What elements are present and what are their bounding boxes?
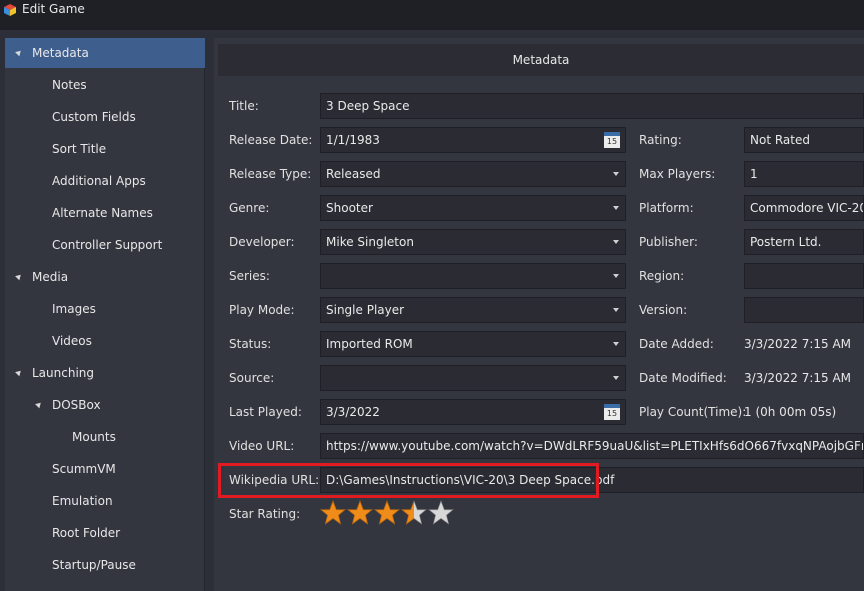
publisher-dropdown[interactable]: Postern Ltd. — [744, 229, 864, 255]
series-label: Series: — [229, 269, 270, 283]
max-players-label: Max Players: — [639, 167, 716, 181]
sidebar-item-label: Mounts — [72, 430, 116, 444]
play-count-label: Play Count(Time): — [639, 405, 747, 419]
status-label: Status: — [229, 337, 272, 351]
title-input[interactable]: 3 Deep Space — [320, 93, 864, 119]
sidebar-item-label: ScummVM — [52, 462, 116, 476]
version-input[interactable] — [744, 297, 864, 323]
sidebar-item-label: Sort Title — [52, 142, 107, 156]
sidebar-item-launching[interactable]: Launching — [5, 358, 205, 388]
star-icon[interactable] — [320, 500, 346, 526]
sidebar-item-label: Controller Support — [52, 238, 163, 252]
sidebar-item-label: Images — [52, 302, 96, 316]
star-icon[interactable] — [428, 500, 454, 526]
genre-label: Genre: — [229, 201, 270, 215]
source-dropdown[interactable] — [320, 365, 626, 391]
title-label: Title: — [229, 99, 259, 113]
sidebar-item-emulation[interactable]: Emulation — [5, 486, 205, 516]
title-bar: Edit Game — [0, 0, 864, 30]
release-type-label: Release Type: — [229, 167, 312, 181]
metadata-panel: Metadata Title: Release Date: Release Ty… — [214, 38, 864, 591]
date-modified-value: 3/3/2022 7:15 AM — [744, 371, 852, 385]
sidebar-item-root-folder[interactable]: Root Folder — [5, 518, 205, 548]
date-added-value: 3/3/2022 7:15 AM — [744, 337, 852, 351]
expand-arrow-icon[interactable] — [15, 368, 23, 377]
sidebar-item-label: Videos — [52, 334, 92, 348]
release-date-label: Release Date: — [229, 133, 313, 147]
sidebar-item-metadata[interactable]: Metadata — [5, 38, 205, 68]
date-modified-label: Date Modified: — [639, 371, 727, 385]
calendar-icon[interactable]: 15 — [604, 404, 620, 420]
developer-label: Developer: — [229, 235, 295, 249]
wikipedia-url-highlight — [218, 463, 599, 498]
sidebar-item-additional-apps[interactable]: Additional Apps — [5, 166, 205, 196]
star-rating-label: Star Rating: — [229, 507, 301, 521]
sidebar-item-custom-fields[interactable]: Custom Fields — [5, 102, 205, 132]
sidebar-item-label: Media — [32, 270, 69, 284]
developer-dropdown[interactable]: Mike Singleton — [320, 229, 626, 255]
sidebar-item-videos[interactable]: Videos — [5, 326, 205, 356]
play-mode-dropdown[interactable]: Single Player — [320, 297, 626, 323]
launchbox-app-icon — [4, 4, 16, 16]
star-icon[interactable] — [401, 500, 427, 526]
platform-label: Platform: — [639, 201, 694, 215]
sidebar-item-label: DOSBox — [52, 398, 101, 412]
star-rating-control[interactable] — [320, 500, 455, 528]
star-icon[interactable] — [347, 500, 373, 526]
release-date-picker[interactable]: 1/1/1983 15 — [320, 127, 626, 153]
sidebar-item-sort-title[interactable]: Sort Title — [5, 134, 205, 164]
release-type-dropdown[interactable]: Released — [320, 161, 626, 187]
sidebar-item-label: Additional Apps — [52, 174, 146, 188]
version-label: Version: — [639, 303, 688, 317]
genre-dropdown[interactable]: Shooter — [320, 195, 626, 221]
sidebar-item-label: Launching — [32, 366, 95, 380]
sidebar-item-controller-support[interactable]: Controller Support — [5, 230, 205, 260]
date-added-label: Date Added: — [639, 337, 714, 351]
sidebar-item-notes[interactable]: Notes — [5, 70, 205, 100]
sidebar-item-mounts[interactable]: Mounts — [5, 422, 205, 452]
window-title: Edit Game — [22, 2, 85, 16]
expand-arrow-icon[interactable] — [15, 48, 23, 57]
last-played-picker[interactable]: 3/3/2022 15 — [320, 399, 626, 425]
sidebar-item-label: Startup/Pause — [52, 558, 136, 572]
rating-label: Rating: — [639, 133, 682, 147]
sidebar-item-scummvm[interactable]: ScummVM — [5, 454, 205, 484]
platform-dropdown[interactable]: Commodore VIC-20 — [744, 195, 864, 221]
sidebar-item-label: Root Folder — [52, 526, 121, 540]
sidebar-nav: Metadata Notes Custom Fields Sort Title … — [5, 38, 205, 591]
video-url-input[interactable]: https://www.youtube.com/watch?v=DWdLRF59… — [320, 433, 864, 459]
sidebar-item-label: Alternate Names — [52, 206, 153, 220]
sidebar-item-alternate-names[interactable]: Alternate Names — [5, 198, 205, 228]
panel-header: Metadata — [218, 44, 864, 76]
region-dropdown[interactable] — [744, 263, 864, 289]
sidebar-item-images[interactable]: Images — [5, 294, 205, 324]
sidebar-item-label: Notes — [52, 78, 87, 92]
play-mode-label: Play Mode: — [229, 303, 295, 317]
play-count-value: 1 (0h 00m 05s) — [744, 405, 837, 419]
sidebar-item-startup-pause[interactable]: Startup/Pause — [5, 550, 205, 580]
sidebar-item-dosbox[interactable]: DOSBox — [5, 390, 205, 420]
sidebar-item-label: Emulation — [52, 494, 113, 508]
region-label: Region: — [639, 269, 685, 283]
series-dropdown[interactable] — [320, 263, 626, 289]
sidebar-item-label: Custom Fields — [52, 110, 136, 124]
source-label: Source: — [229, 371, 275, 385]
max-players-input[interactable]: 1 — [744, 161, 864, 187]
release-date-value: 1/1/1983 — [326, 133, 380, 147]
status-dropdown[interactable]: Imported ROM — [320, 331, 626, 357]
video-url-label: Video URL: — [229, 439, 295, 453]
last-played-value: 3/3/2022 — [326, 405, 380, 419]
sidebar-item-label: Metadata — [32, 46, 89, 60]
star-icon[interactable] — [374, 500, 400, 526]
calendar-icon[interactable]: 15 — [604, 132, 620, 148]
expand-arrow-icon[interactable] — [15, 272, 23, 281]
last-played-label: Last Played: — [229, 405, 302, 419]
publisher-label: Publisher: — [639, 235, 698, 249]
sidebar-item-media[interactable]: Media — [5, 262, 205, 292]
rating-dropdown[interactable]: Not Rated — [744, 127, 864, 153]
expand-arrow-icon[interactable] — [35, 400, 43, 409]
